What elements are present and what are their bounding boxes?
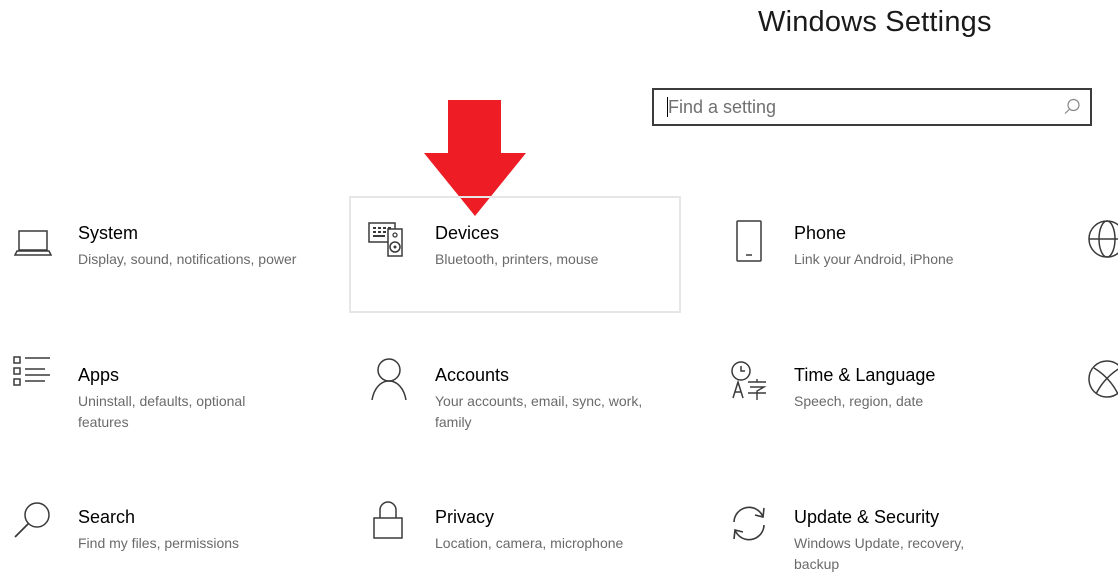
apps-list-icon [13,356,50,386]
search-box[interactable] [652,88,1092,126]
text-cursor [667,97,668,117]
tile-devices[interactable]: Devices Bluetooth, printers, mouse [349,196,681,313]
laptop-icon [13,230,53,256]
tile-name: Devices [435,223,500,243]
tile-name: Phone [794,223,847,243]
page-title: Windows Settings [758,6,992,38]
tile-description: Speech, region, date [794,393,924,409]
tile-search[interactable]: Search Find my files, permissions [4,484,324,576]
tile-name: Search [78,507,136,527]
xbox-icon [1088,360,1118,398]
phone-icon [736,220,762,262]
tile-name: Apps [78,365,120,385]
tile-description: Your accounts, email, sync, work, family [435,393,643,430]
tile-description: Uninstall, defaults, optional features [78,393,246,430]
tile-network-internet[interactable] [1076,200,1118,310]
tile-update-security[interactable]: Update & Security Windows Update, recove… [720,484,1040,576]
tile-name: Accounts [435,365,510,385]
tile-description: Find my files, permissions [78,535,240,551]
tile-gaming[interactable] [1076,342,1118,452]
tile-apps[interactable]: Apps Uninstall, defaults, optional featu… [4,342,324,452]
tile-description: Display, sound, notifications, power [78,251,297,267]
keyboard-speaker-icon [368,222,403,257]
tile-description: Windows Update, recovery, backup [794,535,965,572]
settings-window: Windows Settings System Display, sound, … [0,0,1118,576]
tile-privacy[interactable]: Privacy Location, camera, microphone [349,484,681,576]
person-icon [371,358,407,401]
tile-name: System [78,223,139,243]
tile-name: Privacy [435,507,495,527]
clock-language-icon [731,361,767,400]
tile-name: Time & Language [794,365,936,385]
tile-description: Link your Android, iPhone [794,251,954,267]
search-icon[interactable] [1062,97,1082,117]
tile-accounts[interactable]: Accounts Your accounts, email, sync, wor… [349,342,681,452]
tile-name: Update & Security [794,507,940,527]
lock-icon [373,501,403,539]
tile-time-language[interactable]: Time & Language Speech, region, date [720,342,1040,452]
tile-system[interactable]: System Display, sound, notifications, po… [4,200,324,310]
sync-arrows-icon [733,506,765,541]
tile-description: Bluetooth, printers, mouse [435,251,599,267]
tile-phone[interactable]: Phone Link your Android, iPhone [720,200,1040,310]
magnifier-icon [14,502,50,538]
tile-description: Location, camera, microphone [435,535,624,551]
globe-icon [1088,220,1118,258]
search-input[interactable] [654,90,1068,124]
